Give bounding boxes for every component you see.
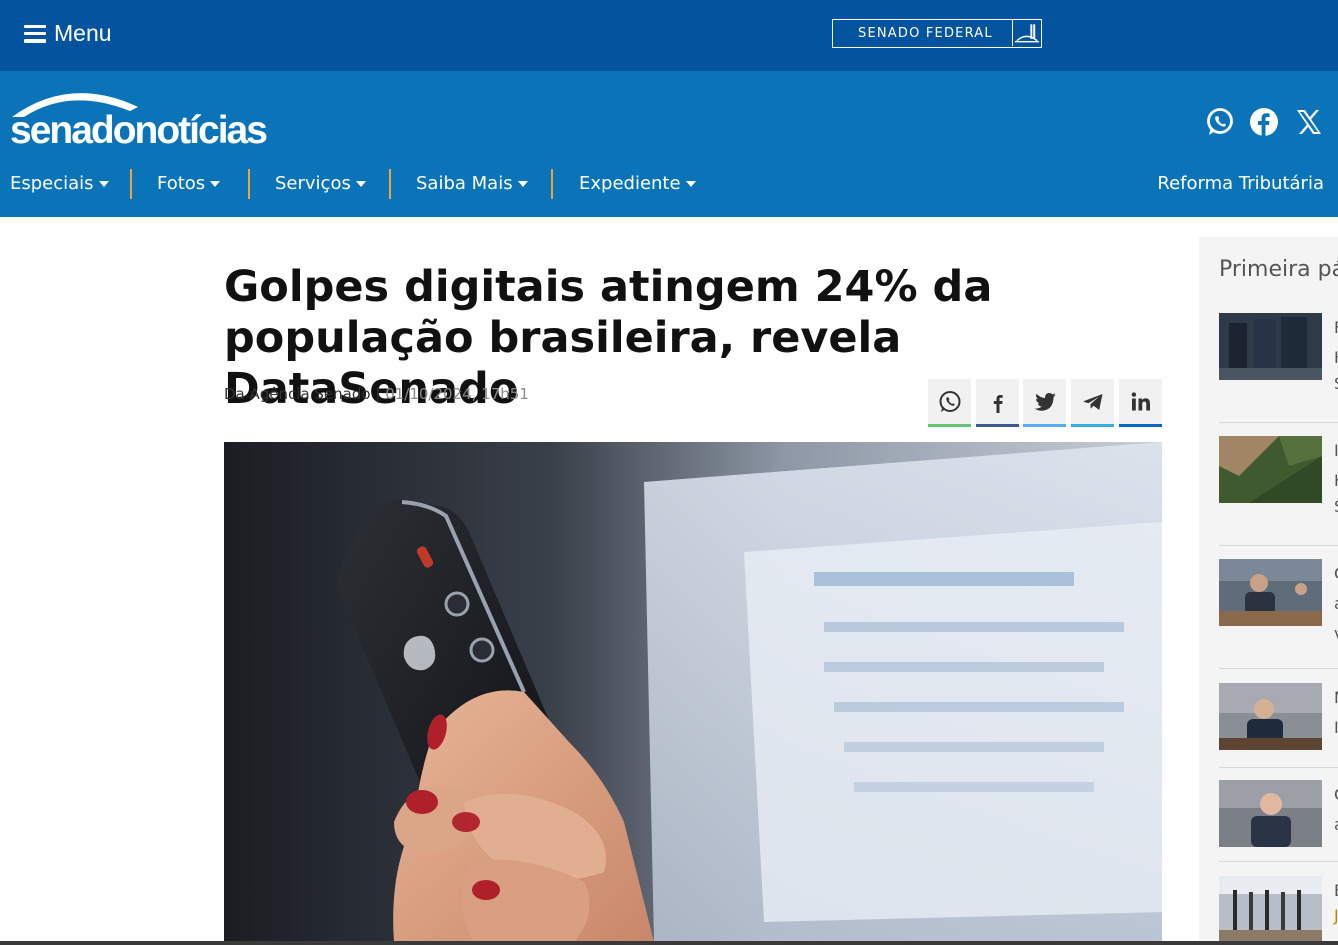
news-thumbnail (1219, 683, 1322, 750)
article-byline: Da Agência Senado | 01/10/2024, 17h51 (224, 385, 529, 403)
sidebar-divider (1219, 861, 1338, 862)
news-thumbnail (1219, 559, 1322, 626)
news-text: I (1334, 718, 1338, 737)
caret-down-icon (355, 180, 366, 187)
congress-icon (1012, 20, 1040, 46)
news-text: S (1334, 497, 1338, 516)
article-photo (224, 442, 1162, 942)
twitter-icon (1034, 392, 1056, 411)
nav-especiais[interactable]: Especiais (10, 173, 109, 194)
nav-expediente-label: Expediente (579, 173, 681, 194)
news-text: v (1334, 624, 1338, 643)
site-header: senadonotícias Especiais Fotos Serviços … (0, 71, 1338, 217)
hamburger-icon (24, 24, 46, 43)
news-text: a (1334, 594, 1338, 613)
news-text: F (1334, 318, 1338, 337)
whatsapp-icon[interactable] (1205, 107, 1235, 137)
caret-down-icon (517, 180, 528, 187)
sidebar-news-item[interactable]: C a v (1219, 559, 1338, 659)
linkedin-icon (1131, 391, 1150, 410)
share-telegram-button[interactable] (1071, 379, 1114, 427)
sidebar-news-item[interactable]: I H S (1219, 436, 1338, 536)
caret-down-icon (685, 180, 696, 187)
sidebar-news-item[interactable]: N I (1219, 683, 1338, 763)
window-bottom-border (0, 941, 1338, 945)
nav-reforma-tributaria[interactable]: Reforma Tributária (1157, 173, 1324, 194)
news-thumbnail (1219, 780, 1322, 847)
sidebar-divider (1219, 545, 1338, 546)
nav-saiba-mais-label: Saiba Mais (416, 173, 513, 194)
news-text: I (1334, 441, 1338, 460)
top-bar: Menu SENADO FEDERAL (0, 0, 1338, 71)
menu-button[interactable]: Menu (24, 20, 112, 47)
senado-noticias-logo[interactable]: senadonotícias (10, 87, 290, 155)
sidebar-news-item[interactable]: E J (1219, 876, 1338, 945)
article-photo-image (224, 442, 1162, 942)
sidebar-divider (1219, 767, 1338, 768)
byline-separator: | (375, 385, 381, 403)
share-facebook-button[interactable] (976, 379, 1019, 427)
nav-fotos-label: Fotos (157, 173, 206, 194)
nav-separator (130, 169, 132, 199)
sidebar-news-item[interactable]: C a (1219, 780, 1338, 860)
telegram-icon (1082, 393, 1102, 410)
sidebar-primeira-pagina: Primeira pá F H S I H S (1199, 237, 1338, 945)
news-thumbnail (1219, 436, 1322, 503)
share-linkedin-button[interactable] (1119, 379, 1162, 427)
nav-fotos[interactable]: Fotos (157, 173, 221, 194)
nav-especiais-label: Especiais (10, 173, 94, 194)
news-text: H (1334, 471, 1338, 490)
news-text: H (1334, 348, 1338, 367)
senado-federal-label: SENADO FEDERAL (858, 26, 993, 41)
share-twitter-button[interactable] (1023, 379, 1066, 427)
facebook-icon[interactable] (1249, 107, 1279, 137)
caret-down-icon (210, 180, 221, 187)
news-text: C (1334, 785, 1338, 804)
nav-servicos-label: Serviços (275, 173, 351, 194)
news-text: C (1334, 564, 1338, 583)
facebook-icon (993, 394, 1003, 413)
nav-separator (248, 169, 250, 199)
article-source[interactable]: Da Agência Senado (224, 385, 371, 403)
nav-expediente[interactable]: Expediente (579, 173, 696, 194)
whatsapp-icon (939, 390, 960, 412)
nav-servicos[interactable]: Serviços (275, 173, 366, 194)
nav-separator (551, 169, 553, 199)
x-icon[interactable] (1294, 107, 1324, 137)
news-thumbnail (1219, 313, 1322, 380)
sidebar-divider (1219, 668, 1338, 669)
share-whatsapp-button[interactable] (928, 379, 971, 427)
sidebar-news-item[interactable]: F H S (1219, 313, 1338, 413)
article-date: 01/10/2024, 17h51 (385, 385, 529, 403)
caret-down-icon (98, 180, 109, 187)
news-text: E (1334, 881, 1338, 900)
nav-reforma-tributaria-label: Reforma Tributária (1157, 173, 1324, 194)
sidebar-divider (1219, 422, 1338, 423)
nav-saiba-mais[interactable]: Saiba Mais (416, 173, 528, 194)
news-text: J (1334, 906, 1338, 925)
sidebar-title: Primeira pá (1219, 257, 1338, 282)
senado-federal-link[interactable]: SENADO FEDERAL (832, 19, 1042, 48)
main-nav: Especiais Fotos Serviços Saiba Mais Expe… (0, 169, 1338, 205)
news-text: a (1334, 815, 1338, 834)
news-thumbnail (1219, 876, 1322, 943)
news-text: N (1334, 688, 1338, 707)
menu-label: Menu (54, 20, 112, 46)
news-text: S (1334, 374, 1338, 393)
logo-text: senadonotícias (10, 109, 268, 152)
nav-separator (389, 169, 391, 199)
